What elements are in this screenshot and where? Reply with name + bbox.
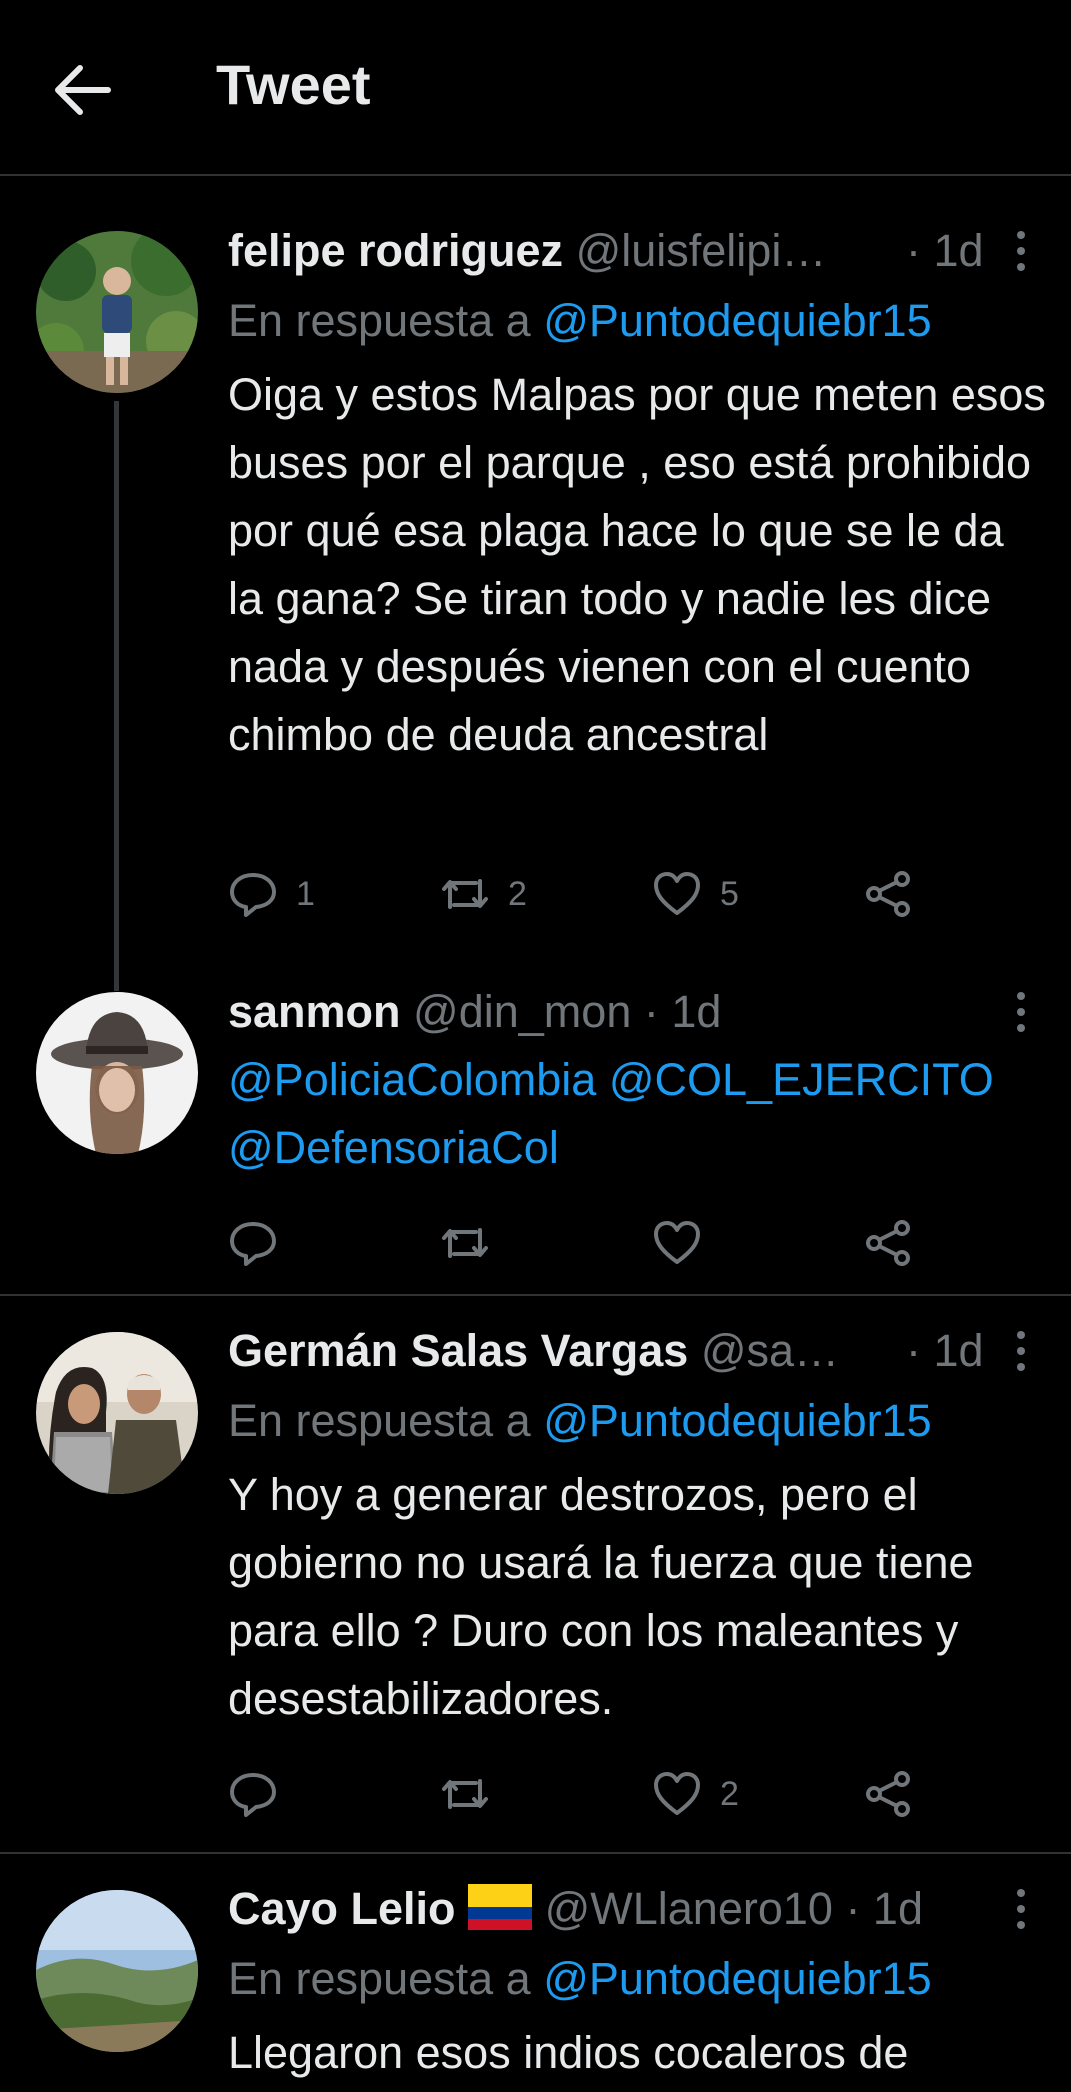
user-handle[interactable]: @WLlanero10 (545, 1883, 833, 1934)
user-handle[interactable]: @din_mon (413, 986, 631, 1037)
tweet-1[interactable]: felipe rodriguez @luisfelipi… · 1d En re… (0, 196, 1071, 991)
retweet-button[interactable] (440, 1213, 490, 1273)
more-options-icon[interactable] (1006, 984, 1036, 1040)
heart-icon (654, 872, 700, 915)
like-button[interactable] (652, 1213, 702, 1273)
heart-icon (654, 1772, 700, 1815)
tweet-header: sanmon @din_mon · 1d (228, 984, 721, 1040)
tweet-actions: 1 2 5 (228, 864, 928, 924)
like-count: 5 (720, 874, 739, 913)
tweet-text: Llegaron esos indios cocaleros de (228, 2027, 909, 2078)
colombia-flag-icon (468, 1884, 533, 1930)
tweet-2[interactable]: sanmon @din_mon · 1d @PoliciaColombia @C… (0, 986, 1071, 1296)
heart-icon (654, 1221, 700, 1264)
user-handle[interactable]: @sa… (701, 1325, 839, 1376)
tweet-text: @PoliciaColombia @COL_EJERCITO @Defensor… (228, 1046, 994, 1182)
mentions-line-1[interactable]: @PoliciaColombia @COL_EJERCITO (228, 1046, 994, 1114)
avatar[interactable] (36, 1332, 198, 1494)
reply-context: En respuesta a @Puntodequiebr15 (228, 293, 932, 349)
share-icon (866, 1220, 910, 1266)
reply-mention-link[interactable]: @Puntodequiebr15 (543, 295, 931, 346)
thread-line (114, 401, 119, 991)
tweet-header: Cayo Lelio @WLlanero10 · 1d (228, 1881, 923, 1937)
tweet-actions (228, 1213, 928, 1273)
display-name[interactable]: Germán Salas Vargas (228, 1325, 688, 1376)
reply-count: 1 (296, 874, 315, 913)
reply-mention-link[interactable]: @Puntodequiebr15 (543, 1395, 931, 1446)
more-options-icon[interactable] (1006, 1881, 1036, 1937)
reply-mention-link[interactable]: @Puntodequiebr15 (543, 1953, 931, 2004)
share-button[interactable] (864, 1213, 914, 1273)
reply-icon (230, 873, 276, 917)
display-name[interactable]: Cayo Lelio (228, 1883, 456, 1934)
avatar[interactable] (36, 1890, 198, 2052)
more-options-icon[interactable] (1006, 223, 1036, 279)
reply-button[interactable] (228, 1764, 278, 1824)
retweet-icon (442, 1779, 488, 1809)
retweet-button[interactable] (440, 1764, 490, 1824)
timestamp[interactable]: · 1d (644, 986, 722, 1037)
reply-button[interactable] (228, 1213, 278, 1273)
reply-context: En respuesta a @Puntodequiebr15 (228, 1393, 932, 1449)
reply-icon (230, 1773, 276, 1817)
reply-context: En respuesta a @Puntodequiebr15 (228, 1951, 932, 2007)
tweet-text: Y hoy a generar destrozos, pero el gobie… (228, 1469, 974, 1724)
back-arrow-icon[interactable] (50, 60, 120, 120)
share-button[interactable] (864, 1764, 914, 1824)
reply-icon (230, 1222, 276, 1266)
tweet-3[interactable]: Germán Salas Vargas @sa… · 1d En respues… (0, 1296, 1071, 1854)
tweet-header: Germán Salas Vargas @sa… (228, 1323, 839, 1379)
top-bar: Tweet (0, 0, 1071, 176)
avatar[interactable] (36, 231, 198, 393)
more-options-icon[interactable] (1006, 1323, 1036, 1379)
tweet-actions: 2 (228, 1764, 928, 1824)
tweet-text: Oiga y estos Malpas por que meten esos b… (228, 369, 1046, 760)
retweet-icon (442, 1228, 488, 1258)
reply-label: En respuesta a (228, 1953, 544, 2004)
reply-label: En respuesta a (228, 295, 544, 346)
timestamp[interactable]: · 1d (845, 1883, 923, 1934)
page-title: Tweet (216, 53, 371, 116)
timestamp[interactable]: · 1d (906, 1323, 984, 1379)
retweet-count: 2 (508, 874, 527, 913)
mentions-line-2[interactable]: @DefensoriaCol (228, 1114, 994, 1182)
tweet-header: felipe rodriguez @luisfelipi… (228, 223, 826, 279)
tweet-4[interactable]: Cayo Lelio @WLlanero10 · 1d En respuesta… (0, 1854, 1071, 2092)
retweet-button[interactable]: 2 (440, 864, 527, 924)
like-count: 2 (720, 1774, 739, 1813)
avatar[interactable] (36, 992, 198, 1154)
display-name[interactable]: felipe rodriguez (228, 225, 563, 276)
like-button[interactable]: 5 (652, 864, 739, 924)
timestamp[interactable]: · 1d (906, 223, 984, 279)
user-handle[interactable]: @luisfelipi… (576, 225, 827, 276)
display-name[interactable]: sanmon (228, 986, 401, 1037)
reply-button[interactable]: 1 (228, 864, 315, 924)
retweet-icon (442, 879, 488, 909)
reply-label: En respuesta a (228, 1395, 544, 1446)
share-icon (866, 1771, 910, 1817)
share-icon (866, 871, 910, 917)
share-button[interactable] (864, 864, 914, 924)
like-button[interactable]: 2 (652, 1764, 739, 1824)
